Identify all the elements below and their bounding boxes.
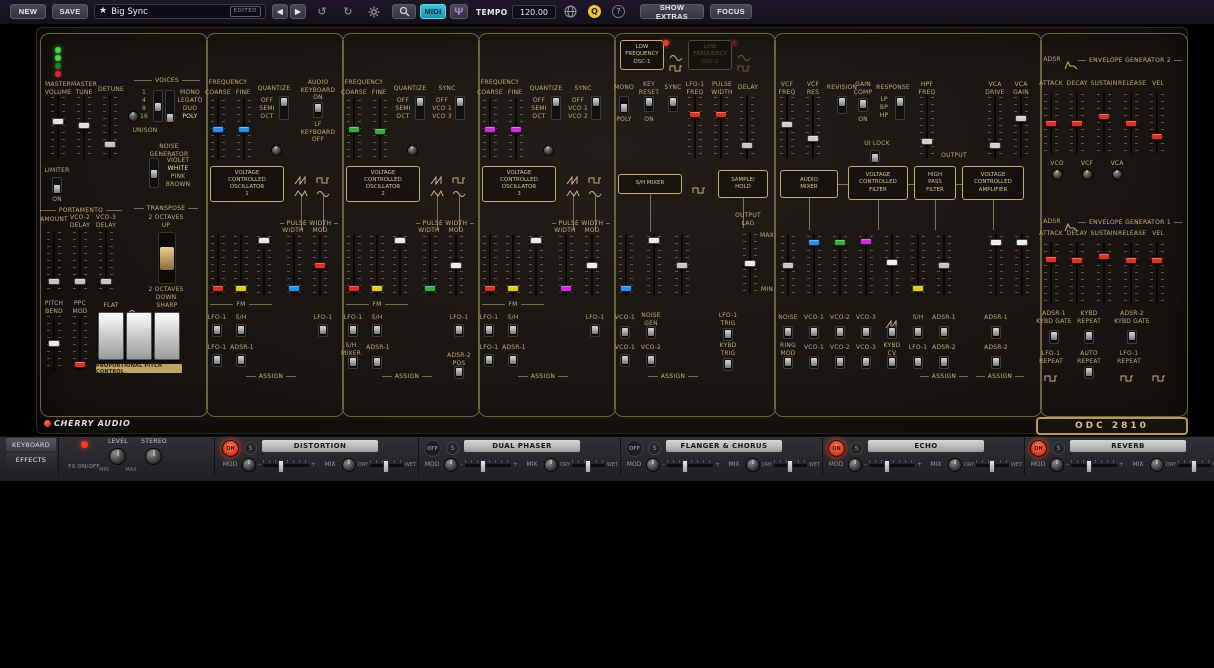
tempo-value[interactable]: 120.00 (512, 5, 556, 19)
cherry-audio-logo: CHERRY AUDIO (44, 419, 131, 428)
show-extras-button[interactable]: SHOW EXTRAS (640, 4, 704, 19)
tuning-fork-button[interactable]: Ψ (450, 4, 468, 19)
app-toolbar: NEW SAVE ★ Big Sync EDITED ◀ ▶ ↺ ↻ MIDI … (0, 0, 1214, 24)
quick-assign-badge[interactable]: Q (588, 5, 601, 18)
plugin-window: { "toolbar": { "new": "NEW", "save": "SA… (0, 0, 1214, 668)
undo-icon[interactable]: ↺ (314, 4, 330, 19)
zoom-button[interactable] (392, 4, 416, 19)
effects-bar (0, 436, 1214, 482)
synth-panel (36, 27, 1188, 434)
globe-icon[interactable] (562, 5, 578, 22)
preset-name: Big Sync (111, 7, 226, 17)
midi-button[interactable]: MIDI (420, 4, 446, 19)
favorite-star-icon[interactable]: ★ (99, 7, 107, 16)
edited-badge: EDITED (230, 6, 261, 17)
redo-icon[interactable]: ↻ (340, 4, 356, 19)
cherry-icon (44, 420, 51, 427)
prev-preset-button[interactable]: ◀ (272, 4, 288, 19)
preset-selector[interactable]: ★ Big Sync EDITED (94, 4, 266, 19)
magnifier-icon (399, 6, 410, 17)
new-button[interactable]: NEW (10, 4, 46, 19)
tempo-label: TEMPO (476, 8, 508, 17)
help-icon[interactable]: ? (612, 5, 625, 18)
settings-gear-icon[interactable] (366, 6, 382, 22)
cherry-audio-logo-text: CHERRY AUDIO (54, 419, 131, 428)
save-button[interactable]: SAVE (52, 4, 88, 19)
focus-button[interactable]: FOCUS (710, 4, 752, 19)
model-badge: ODC 2810 (1036, 417, 1188, 435)
next-preset-button[interactable]: ▶ (290, 4, 306, 19)
